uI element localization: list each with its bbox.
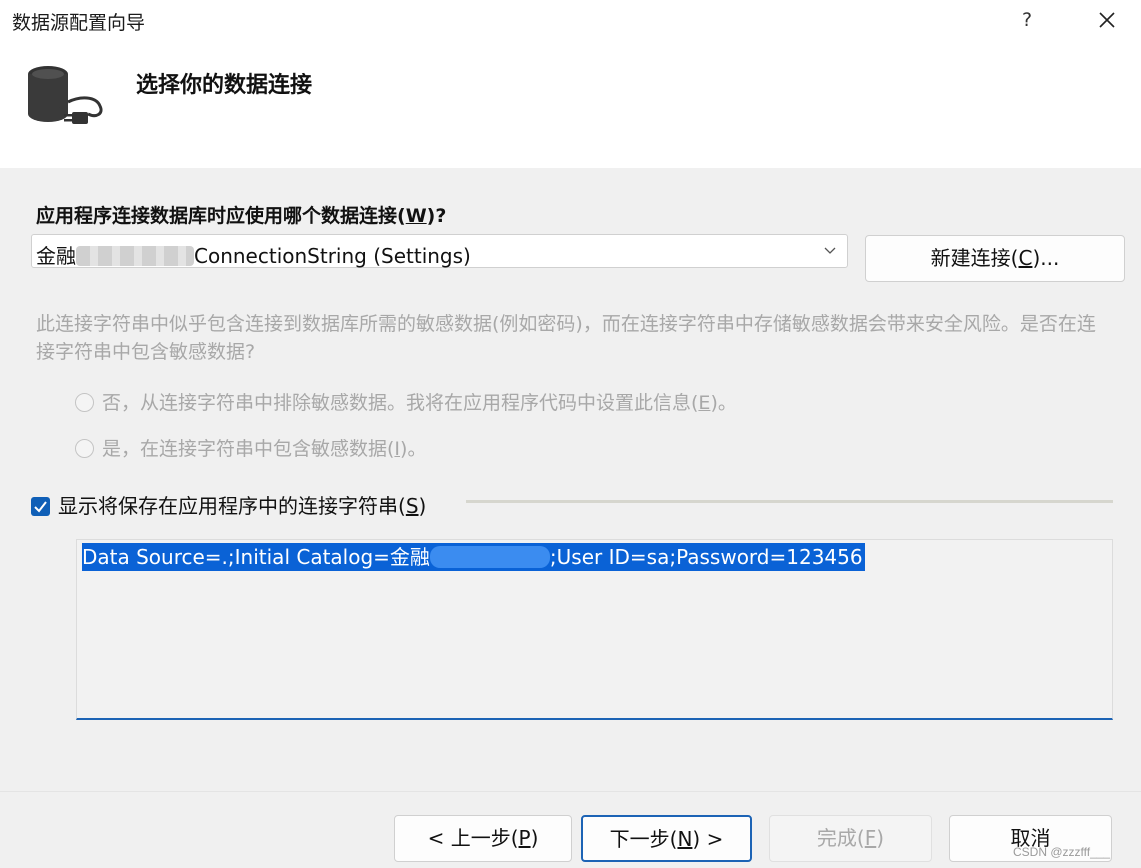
new-connection-button[interactable]: 新建连接(C)...: [865, 235, 1125, 282]
watermark: CSDN @zzzfff___: [1013, 845, 1111, 859]
radio-circle-icon: [75, 439, 94, 458]
page-title: 选择你的数据连接: [136, 73, 313, 98]
title-bar: 数据源配置向导 ?: [0, 0, 1141, 40]
connection-select-value: 金融 ConnectionString (Settings): [36, 244, 471, 268]
connection-string-textbox[interactable]: Data Source=.;Initial Catalog=金融 ;User ID…: [76, 539, 1113, 720]
next-button[interactable]: 下一步(N) >: [581, 815, 752, 862]
sensitive-data-info: 此连接字符串中似乎包含连接到数据库所需的敏感数据(例如密码)，而在连接字符串中存…: [36, 313, 1096, 363]
window-title: 数据源配置向导: [12, 12, 146, 34]
back-button[interactable]: < 上一步(P): [394, 815, 572, 862]
footer-divider: [0, 791, 1141, 792]
finish-button[interactable]: 完成(F): [769, 815, 932, 862]
group-divider: [466, 500, 1113, 503]
redacted-block: [429, 546, 550, 568]
connection-string-value: Data Source=.;Initial Catalog=金融 ;User ID…: [82, 543, 865, 571]
chevron-down-icon: [824, 247, 836, 254]
show-connection-string-checkbox[interactable]: 显示将保存在应用程序中的连接字符串(S): [31, 490, 426, 519]
wizard-header: 选择你的数据连接: [0, 40, 1141, 168]
checkmark-icon: [31, 497, 50, 516]
connection-question-label: 应用程序连接数据库时应使用哪个数据连接(W)?: [36, 205, 447, 227]
exclude-sensitive-radio[interactable]: 否，从连接字符串中排除敏感数据。我将在应用程序代码中设置此信息(E)。: [75, 388, 737, 415]
redacted-block: [76, 246, 194, 266]
include-sensitive-radio[interactable]: 是，在连接字符串中包含敏感数据(I)。: [75, 434, 426, 461]
connection-select[interactable]: 金融 ConnectionString (Settings): [31, 234, 848, 268]
help-button[interactable]: ?: [1010, 6, 1044, 34]
radio-circle-icon: [75, 393, 94, 412]
database-connection-icon: [24, 62, 108, 140]
close-icon: [1099, 12, 1115, 28]
close-button[interactable]: [1090, 6, 1124, 34]
